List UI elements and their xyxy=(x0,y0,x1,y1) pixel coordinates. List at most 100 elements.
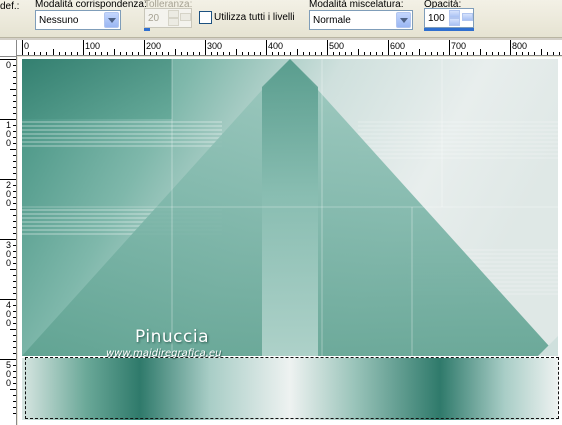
ruler-minor-tick xyxy=(13,221,16,222)
ruler-minor-tick xyxy=(241,52,243,55)
ruler-minor-tick xyxy=(64,52,66,55)
ruler-minor-tick xyxy=(13,65,16,66)
ruler-minor-tick xyxy=(461,52,463,55)
chevron-down-icon[interactable] xyxy=(396,12,411,28)
stripe-band-right xyxy=(358,119,558,159)
chevron-down-icon[interactable] xyxy=(462,13,473,21)
ruler-minor-tick xyxy=(186,52,188,55)
ruler-tick xyxy=(22,40,23,55)
ruler-label: 0 xyxy=(5,378,11,388)
ruler-minor-tick xyxy=(13,281,16,282)
ruler-minor-tick xyxy=(101,52,103,55)
ruler-label: 0 xyxy=(5,198,11,208)
tool-options-bar: def.: Modalità corrispondenza: Nessuno T… xyxy=(0,0,562,38)
spin-down-icon[interactable] xyxy=(449,18,460,26)
ruler-minor-tick xyxy=(363,52,365,55)
ruler-minor-tick xyxy=(13,365,16,366)
ruler-minor-tick xyxy=(198,52,200,55)
ruler-tick xyxy=(205,40,206,55)
ruler-minor-tick xyxy=(381,52,383,55)
blend-mode-label: Modalità miscelatura: xyxy=(309,0,404,10)
ruler-minor-tick xyxy=(137,52,139,55)
ruler-label: 300 xyxy=(207,41,223,51)
ruler-minor-tick xyxy=(13,371,16,372)
ruler-minor-tick xyxy=(235,49,237,55)
ruler-minor-tick xyxy=(430,52,432,55)
ruler-minor-tick xyxy=(13,401,16,402)
ruler-minor-tick xyxy=(552,52,554,55)
ruler-minor-tick xyxy=(13,197,16,198)
psp-window: def.: Modalità corrispondenza: Nessuno T… xyxy=(0,0,562,425)
image-canvas[interactable]: Pinuccia www.maidiregrafica.eu xyxy=(18,57,562,425)
ruler-minor-tick xyxy=(424,52,426,55)
tolerance-spinner[interactable]: 20 xyxy=(144,8,192,28)
ruler-minor-tick xyxy=(13,275,16,276)
ruler-label: 0 xyxy=(5,318,11,328)
ruler-minor-tick xyxy=(345,52,347,55)
ruler-label: 0 xyxy=(5,138,11,148)
ruler-minor-tick xyxy=(13,191,16,192)
ruler-minor-tick xyxy=(13,263,16,264)
ruler-minor-tick xyxy=(558,52,560,55)
ruler-tick xyxy=(266,40,267,55)
ruler-minor-tick xyxy=(406,52,408,55)
opacity-slider[interactable] xyxy=(424,28,474,31)
ruler-minor-tick xyxy=(13,383,16,384)
chevron-down-icon[interactable] xyxy=(104,12,119,28)
dark-corner xyxy=(22,59,172,119)
ruler-minor-tick xyxy=(13,293,16,294)
blend-mode-select[interactable]: Normale xyxy=(309,10,413,30)
ruler-minor-tick xyxy=(369,52,371,55)
ruler-tick xyxy=(327,40,328,55)
ruler-minor-tick xyxy=(58,52,60,55)
blend-mode-value: Normale xyxy=(313,15,351,26)
ruler-minor-tick xyxy=(70,52,72,55)
ruler-minor-tick xyxy=(400,52,402,55)
ruler-minor-tick xyxy=(13,335,16,336)
ruler-minor-tick xyxy=(540,49,542,55)
ruler-minor-tick xyxy=(192,52,194,55)
ruler-minor-tick xyxy=(10,389,16,390)
ruler-label: 0 xyxy=(24,41,30,51)
ruler-label: 600 xyxy=(390,41,406,51)
spin-down-icon[interactable] xyxy=(168,18,179,26)
ruler-minor-tick xyxy=(10,269,16,270)
opacity-value: 100 xyxy=(428,13,445,24)
ruler-minor-tick xyxy=(13,173,16,174)
ruler-minor-tick xyxy=(13,167,16,168)
horizontal-ruler: 0 100 200 300 400 500 600 700 800 xyxy=(17,40,562,56)
opacity-spinner[interactable]: 100 xyxy=(424,8,474,28)
ruler-minor-tick xyxy=(13,341,16,342)
ruler-minor-tick xyxy=(13,83,16,84)
ruler-minor-tick xyxy=(534,52,536,55)
ruler-minor-tick xyxy=(516,52,518,55)
ruler-minor-tick xyxy=(412,52,414,55)
ruler-minor-tick xyxy=(13,203,16,204)
ruler-minor-tick xyxy=(229,52,231,55)
ruler-minor-tick xyxy=(467,52,469,55)
ruler-minor-tick xyxy=(13,347,16,348)
artwork xyxy=(22,59,558,420)
ruler-minor-tick xyxy=(522,52,524,55)
ruler-minor-tick xyxy=(13,305,16,306)
tolerance-slider[interactable] xyxy=(144,28,150,31)
ruler-minor-tick xyxy=(13,353,16,354)
ruler-tick xyxy=(449,40,450,55)
ruler-minor-tick xyxy=(436,52,438,55)
chevron-down-icon[interactable] xyxy=(180,13,191,21)
ruler-tick xyxy=(83,40,84,55)
use-all-layers-checkbox[interactable] xyxy=(199,11,212,24)
bottom-gradient-strip xyxy=(22,358,558,420)
ruler-minor-tick xyxy=(174,49,176,55)
ruler-minor-tick xyxy=(272,52,274,55)
match-mode-select[interactable]: Nessuno xyxy=(35,10,121,30)
spin-up-icon[interactable] xyxy=(449,10,460,18)
ruler-minor-tick xyxy=(13,395,16,396)
spin-up-icon[interactable] xyxy=(168,10,179,18)
ruler-minor-tick xyxy=(95,52,97,55)
ruler-minor-tick xyxy=(13,101,16,102)
ruler-minor-tick xyxy=(357,49,359,55)
ruler-minor-tick xyxy=(180,52,182,55)
ruler-minor-tick xyxy=(394,52,396,55)
ruler-corner xyxy=(0,40,17,57)
